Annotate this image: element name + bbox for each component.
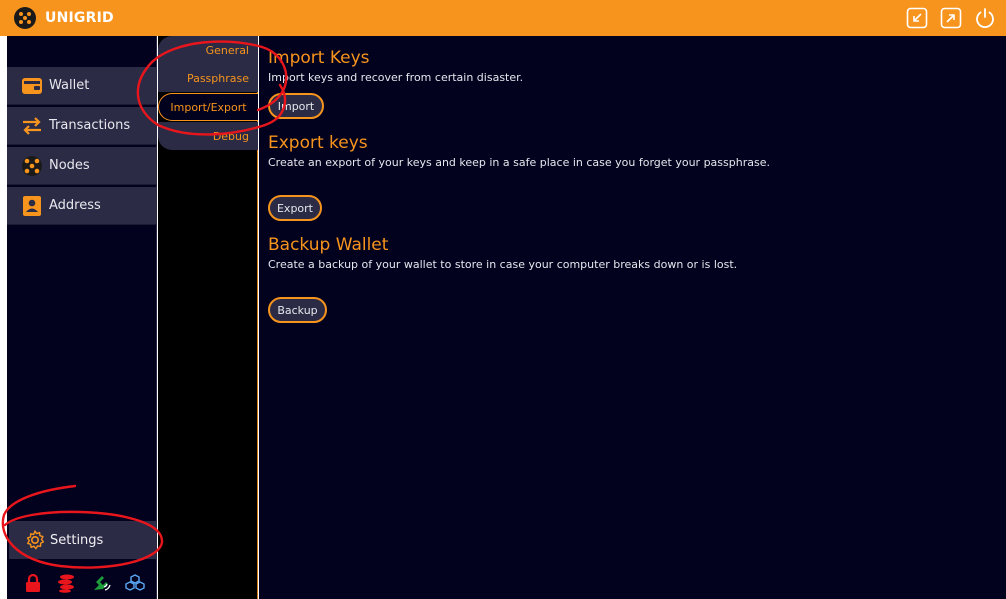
tab-passphrase[interactable]: Passphrase: [158, 64, 258, 92]
settings-tabs: General Passphrase Import/Export Debug: [158, 36, 258, 599]
address-book-icon: [21, 195, 43, 217]
export-button[interactable]: Export: [268, 195, 322, 221]
tab-label: Debug: [212, 129, 249, 143]
title-bar: UNIGRID: [0, 0, 1006, 36]
backup-wallet-section: Backup Wallet Create a backup of your wa…: [268, 235, 737, 271]
section-title: Export keys: [268, 133, 368, 153]
sidebar-item-label: Transactions: [49, 118, 131, 133]
nodes-icon: [21, 155, 43, 177]
backup-button[interactable]: Backup: [268, 297, 327, 323]
network-signal-icon[interactable]: [91, 573, 111, 593]
main-sidebar: Wallet Transactions Nodes Address Settin…: [7, 36, 157, 599]
tab-label: Import/Export: [170, 100, 247, 114]
status-bar: [7, 568, 157, 598]
tab-general[interactable]: General: [158, 36, 258, 64]
import-export-panel: Import Keys Import keys and recover from…: [259, 36, 1006, 599]
power-icon[interactable]: [974, 7, 996, 29]
minimize-window-icon[interactable]: [906, 7, 928, 29]
unigrid-logo-icon: [14, 7, 36, 29]
tab-debug[interactable]: Debug: [158, 122, 258, 150]
cubes-icon[interactable]: [125, 573, 145, 593]
app-window: UNIGRID Wallet Transactions Nodes Addres…: [0, 0, 1006, 599]
sidebar-item-transactions[interactable]: Transactions: [7, 107, 157, 145]
sidebar-item-address[interactable]: Address: [7, 187, 157, 225]
transfer-arrows-icon: [21, 115, 43, 137]
settings-label: Settings: [50, 532, 104, 548]
sidebar-item-wallet[interactable]: Wallet: [7, 67, 157, 105]
sidebar-item-label: Nodes: [49, 158, 90, 173]
lock-icon[interactable]: [23, 573, 43, 593]
sidebar-item-label: Wallet: [49, 78, 90, 93]
coins-icon[interactable]: [57, 573, 77, 593]
gear-icon: [24, 529, 46, 551]
tab-import-export[interactable]: Import/Export: [158, 93, 258, 121]
section-title: Import Keys: [268, 48, 370, 68]
sidebar-item-label: Address: [49, 198, 101, 213]
section-description: Create an export of your keys and keep i…: [268, 156, 770, 169]
import-keys-section: Import Keys Import keys and recover from…: [268, 48, 523, 84]
sidebar-item-nodes[interactable]: Nodes: [7, 147, 157, 185]
app-name: UNIGRID: [45, 10, 114, 26]
tab-label: General: [205, 43, 249, 57]
brand: UNIGRID: [14, 6, 114, 30]
wallet-icon: [21, 75, 43, 97]
section-title: Backup Wallet: [268, 235, 389, 255]
maximize-window-icon[interactable]: [940, 7, 962, 29]
export-keys-section: Export keys Create an export of your key…: [268, 133, 770, 169]
import-button[interactable]: Import: [268, 93, 324, 119]
section-description: Create a backup of your wallet to store …: [268, 258, 738, 271]
tab-label: Passphrase: [186, 71, 249, 85]
settings-button[interactable]: Settings: [9, 521, 157, 559]
section-description: Import keys and recover from certain dis…: [268, 71, 524, 84]
window-controls: [906, 7, 996, 29]
